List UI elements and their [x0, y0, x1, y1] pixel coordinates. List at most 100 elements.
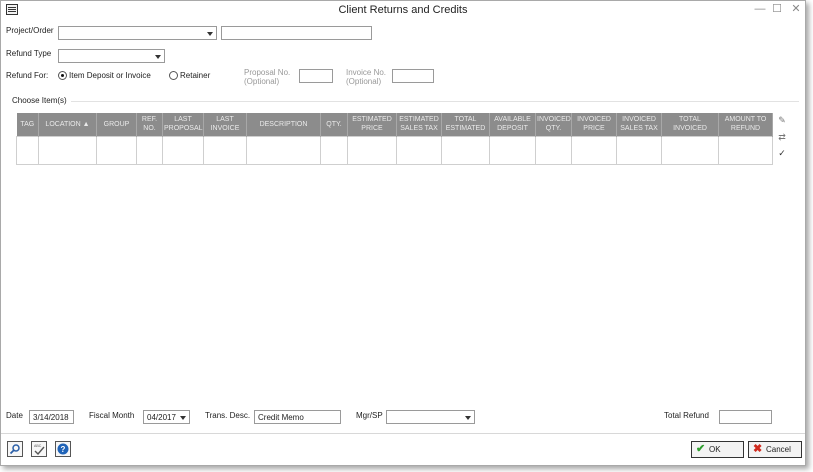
- cancel-icon: ✖: [753, 443, 763, 455]
- mgr-sp-label: Mgr/SP: [356, 411, 383, 420]
- grid-cell[interactable]: [535, 135, 572, 165]
- column-header-label: LAST: [174, 116, 192, 124]
- radio-item-deposit-or-invoice[interactable]: [58, 71, 67, 80]
- ok-button[interactable]: ✔ OK: [691, 441, 744, 458]
- column-header-label: DEPOSIT: [497, 125, 528, 133]
- column-header[interactable]: INVOICED QTY.: [535, 113, 572, 136]
- minimize-button[interactable]: —: [752, 2, 768, 16]
- grid-cell[interactable]: [396, 135, 442, 165]
- grid-cell[interactable]: [96, 135, 137, 165]
- column-header[interactable]: TOTAL INVOICED: [661, 113, 719, 136]
- column-header-label: LOCATION ▲: [45, 120, 90, 128]
- column-header[interactable]: GROUP: [96, 113, 137, 136]
- column-header-label: DESCRIPTION: [259, 120, 308, 128]
- choose-items-label: Choose Item(s): [12, 96, 67, 105]
- grid-cell[interactable]: [16, 135, 39, 165]
- column-header[interactable]: LAST INVOICE: [203, 113, 247, 136]
- grid-cell[interactable]: [347, 135, 397, 165]
- column-header[interactable]: INVOICED SALES TAX: [616, 113, 662, 136]
- column-header[interactable]: LAST PROPOSAL: [162, 113, 204, 136]
- chevron-down-icon: [465, 416, 471, 420]
- column-header-label: ESTIMATED: [399, 116, 439, 124]
- spell-check-button[interactable]: ABC: [31, 441, 47, 457]
- svg-text:ABC: ABC: [34, 444, 42, 448]
- grid-cell[interactable]: [441, 135, 490, 165]
- help-button[interactable]: ?: [55, 441, 71, 457]
- column-header-label: TAG: [20, 120, 35, 128]
- client-returns-window: Client Returns and Credits — ☐ ✕ Project…: [0, 0, 806, 466]
- column-header[interactable]: LOCATION ▲: [38, 113, 97, 136]
- spell-check-icon: ABC: [34, 444, 45, 455]
- maximize-button[interactable]: ☐: [769, 2, 785, 16]
- column-header[interactable]: TOTAL ESTIMATED: [441, 113, 490, 136]
- column-header-label: NO.: [143, 125, 156, 133]
- search-button[interactable]: [7, 441, 23, 457]
- column-header-label: INVOICED: [537, 116, 571, 124]
- radio-item-deposit-label[interactable]: Item Deposit or Invoice: [69, 71, 151, 80]
- close-button[interactable]: ✕: [788, 2, 804, 16]
- search-icon: [9, 444, 20, 455]
- chevron-down-icon: [207, 32, 213, 36]
- column-header-label: ESTIMATED: [445, 125, 486, 133]
- chevron-down-icon: [155, 55, 161, 59]
- column-header-label: ESTIMATED: [352, 116, 392, 124]
- edit-row-icon[interactable]: ✎: [776, 114, 788, 126]
- column-header[interactable]: AMOUNT TO REFUND: [718, 113, 773, 136]
- grid-cell[interactable]: [718, 135, 773, 165]
- trans-desc-field[interactable]: Credit Memo: [254, 410, 341, 424]
- radio-retainer[interactable]: [169, 71, 178, 80]
- column-header-label: LAST: [216, 116, 234, 124]
- items-table: TAG LOCATION ▲ GROUP REF. NO. LAST PROPOSAL LAS…: [16, 113, 773, 165]
- copy-row-icon[interactable]: ⇄: [776, 131, 788, 143]
- grid-cell[interactable]: [203, 135, 247, 165]
- invoice-no-optional-label: (Optional): [346, 77, 382, 86]
- column-header-label: PRICE: [583, 125, 605, 133]
- grid-body: [16, 135, 773, 165]
- column-header[interactable]: ESTIMATED PRICE: [347, 113, 397, 136]
- proposal-no-field[interactable]: [299, 69, 333, 83]
- grid-header-row: TAG LOCATION ▲ GROUP REF. NO. LAST PROPOSAL LAS…: [16, 113, 773, 136]
- grid-cell[interactable]: [38, 135, 97, 165]
- column-header[interactable]: QTY.: [320, 113, 348, 136]
- refund-for-label: Refund For:: [6, 71, 49, 80]
- column-header[interactable]: INVOICED PRICE: [571, 113, 617, 136]
- grid-cell[interactable]: [246, 135, 321, 165]
- column-header[interactable]: ESTIMATED SALES TAX: [396, 113, 442, 136]
- items-grid: TAG LOCATION ▲ GROUP REF. NO. LAST PROPOSAL LAS…: [16, 113, 773, 165]
- grid-cell[interactable]: [616, 135, 662, 165]
- chevron-down-icon: [180, 416, 186, 420]
- invoice-no-field[interactable]: [392, 69, 434, 83]
- column-header-label: QTY.: [545, 125, 562, 133]
- grid-cell[interactable]: [320, 135, 348, 165]
- grid-cell[interactable]: [136, 135, 163, 165]
- mgr-sp-dropdown[interactable]: [386, 410, 475, 424]
- radio-retainer-label[interactable]: Retainer: [180, 71, 210, 80]
- proposal-no-optional-label: (Optional): [244, 77, 280, 86]
- column-header-label: INVOICED: [673, 125, 707, 133]
- refund-type-dropdown[interactable]: [58, 49, 165, 63]
- grid-cell[interactable]: [489, 135, 536, 165]
- column-header-label: AMOUNT TO: [724, 116, 767, 124]
- date-field[interactable]: 3/14/2018: [29, 410, 74, 424]
- fiscal-month-label: Fiscal Month: [89, 411, 135, 420]
- grid-cell[interactable]: [571, 135, 617, 165]
- column-header[interactable]: DESCRIPTION: [246, 113, 321, 136]
- column-header[interactable]: TAG: [16, 113, 39, 136]
- refund-type-label: Refund Type: [6, 49, 52, 58]
- grid-cell[interactable]: [162, 135, 204, 165]
- column-header[interactable]: REF. NO.: [136, 113, 163, 136]
- checkmark-icon: ✔: [696, 443, 706, 455]
- help-icon: ?: [57, 443, 69, 455]
- project-order-description-field[interactable]: [221, 26, 372, 40]
- grid-cell[interactable]: [661, 135, 719, 165]
- column-header[interactable]: AVAILABLE DEPOSIT: [489, 113, 536, 136]
- column-header-label: TOTAL: [454, 116, 477, 124]
- project-order-dropdown[interactable]: [58, 26, 217, 40]
- group-divider: [71, 101, 799, 102]
- table-row[interactable]: [16, 135, 773, 165]
- cancel-button[interactable]: ✖ Cancel: [748, 441, 802, 458]
- column-header-label: SALES TAX: [400, 125, 438, 133]
- check-row-icon[interactable]: ✓: [776, 147, 788, 159]
- column-header-label: INVOICE: [210, 125, 240, 133]
- fiscal-month-dropdown[interactable]: 04/2017: [143, 410, 190, 424]
